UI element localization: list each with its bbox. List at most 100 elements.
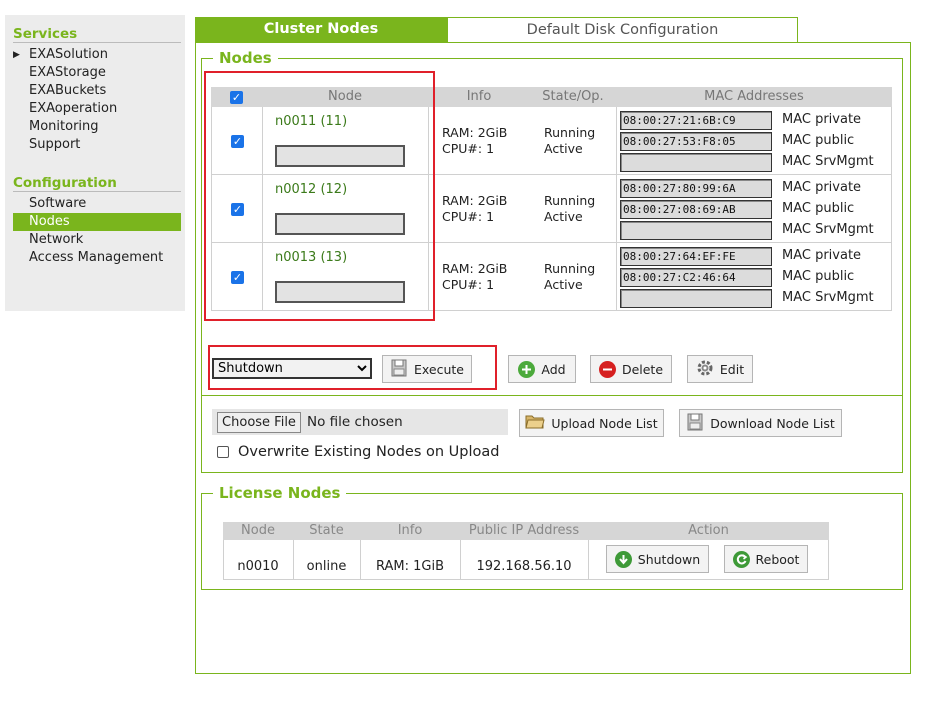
divider — [13, 42, 181, 43]
column-header-mac: MAC Addresses — [616, 87, 892, 107]
sidebar-item-exastorage[interactable]: EXAStorage — [13, 64, 181, 82]
node-info: RAM: 2GiB CPU#: 1 — [442, 261, 507, 293]
button-label: Add — [541, 361, 566, 377]
sidebar-item-label: Support — [29, 137, 81, 152]
state-text: Running — [544, 193, 596, 208]
download-node-list-button[interactable]: Download Node List — [679, 409, 842, 437]
sidebar: Services ▶ EXASolution EXAStorage EXABuck… — [5, 15, 185, 311]
sidebar-item-network[interactable]: Network — [13, 231, 181, 249]
ram-text: RAM: 2GiB — [442, 261, 508, 276]
sidebar-item-monitoring[interactable]: Monitoring — [13, 118, 181, 136]
sidebar-item-label: Software — [29, 196, 87, 211]
sidebar-item-label: EXAStorage — [29, 65, 106, 80]
sidebar-item-access-management[interactable]: Access Management — [13, 249, 181, 267]
mac-private-field[interactable]: 08:00:27:80:99:6A — [620, 179, 772, 198]
sidebar-item-label: Access Management — [29, 250, 164, 265]
minus-icon — [598, 360, 616, 378]
node-action-select[interactable]: Shutdown — [212, 358, 372, 379]
op-text: Active — [544, 209, 583, 224]
ram-text: RAM: 2GiB — [442, 125, 508, 140]
mac-srvmgmt-field[interactable] — [620, 289, 772, 308]
license-node-info: RAM: 1GiB — [375, 559, 444, 574]
refresh-icon — [732, 550, 750, 568]
delete-button[interactable]: Delete — [590, 355, 672, 383]
sidebar-item-exabuckets[interactable]: EXABuckets — [13, 82, 181, 100]
edit-button[interactable]: Edit — [687, 355, 753, 383]
column-header-info: Info — [360, 522, 460, 540]
button-label: Reboot — [755, 551, 800, 567]
column-header-info: Info — [428, 87, 530, 107]
column-header-state: State/Op. — [530, 87, 616, 107]
mac-public-field[interactable]: 08:00:27:08:69:AB — [620, 200, 772, 219]
license-node-ip: 192.168.56.10 — [476, 559, 572, 574]
sidebar-item-exasolution[interactable]: ▶ EXASolution — [13, 46, 181, 64]
mac-label: MAC public — [782, 133, 855, 148]
sidebar-item-label: Monitoring — [29, 119, 99, 134]
sidebar-item-label: EXABuckets — [29, 83, 107, 98]
mac-private-field[interactable]: 08:00:27:21:6B:C9 — [620, 111, 772, 130]
sidebar-item-support[interactable]: Support — [13, 136, 181, 154]
node-state: Running Active — [544, 261, 595, 293]
mac-label: MAC SrvMgmt — [782, 290, 874, 305]
state-text: Running — [544, 261, 596, 276]
overwrite-label: Overwrite Existing Nodes on Upload — [238, 444, 500, 460]
cpu-text: CPU#: 1 — [442, 209, 495, 224]
floppy-icon — [686, 413, 704, 434]
ram-text: RAM: 2GiB — [442, 193, 508, 208]
mac-private-field[interactable]: 08:00:27:64:EF:FE — [620, 247, 772, 266]
cpu-text: CPU#: 1 — [442, 277, 495, 292]
reboot-button[interactable]: Reboot — [724, 545, 808, 573]
mac-public-field[interactable]: 08:00:27:C2:46:64 — [620, 268, 772, 287]
node-info: RAM: 2GiB CPU#: 1 — [442, 125, 507, 157]
choose-file-button[interactable]: Choose File — [217, 412, 301, 433]
highlight-box — [204, 71, 435, 321]
configuration-heading: Configuration — [13, 175, 117, 191]
mac-srvmgmt-field[interactable] — [620, 153, 772, 172]
column-header-action: Action — [588, 522, 829, 540]
cpu-text: CPU#: 1 — [442, 141, 495, 156]
divider — [202, 395, 902, 396]
node-state: Running Active — [544, 125, 595, 157]
op-text: Active — [544, 277, 583, 292]
mac-label: MAC private — [782, 112, 862, 127]
mac-label: MAC private — [782, 248, 862, 263]
sidebar-item-label: EXAoperation — [29, 101, 118, 116]
no-file-text: No file chosen — [307, 414, 403, 430]
sidebar-item-nodes[interactable]: Nodes — [13, 213, 181, 231]
divider — [13, 191, 181, 192]
mac-label: MAC SrvMgmt — [782, 222, 874, 237]
op-text: Active — [544, 141, 583, 156]
license-node-state: online — [306, 559, 347, 574]
mac-public-field[interactable]: 08:00:27:53:F8:05 — [620, 132, 772, 151]
upload-node-list-button[interactable]: Upload Node List — [519, 409, 664, 437]
plus-icon — [518, 360, 536, 378]
arrow-down-icon — [614, 550, 632, 568]
button-label: Download Node List — [710, 415, 835, 431]
add-button[interactable]: Add — [508, 355, 576, 383]
gear-icon — [696, 359, 714, 380]
state-text: Running — [544, 125, 596, 140]
overwrite-checkbox[interactable] — [217, 446, 229, 458]
node-state: Running Active — [544, 193, 595, 225]
mac-label: MAC public — [782, 269, 855, 284]
button-label: Execute — [414, 361, 464, 377]
button-label: Shutdown — [637, 551, 701, 567]
column-header-state: State — [293, 522, 360, 540]
mac-srvmgmt-field[interactable] — [620, 221, 772, 240]
services-heading: Services — [13, 26, 78, 42]
button-label: Delete — [621, 361, 664, 377]
license-node-name: n0010 — [237, 559, 279, 574]
sidebar-item-label: Nodes — [29, 214, 70, 229]
sidebar-item-exaoperation[interactable]: EXAoperation — [13, 100, 181, 118]
column-header-ip: Public IP Address — [460, 522, 588, 540]
shutdown-button[interactable]: Shutdown — [606, 545, 709, 573]
sidebar-item-software[interactable]: Software — [13, 195, 181, 213]
floppy-icon — [390, 359, 408, 380]
execute-button[interactable]: Execute — [382, 355, 472, 383]
tab-default-disk-configuration[interactable]: Default Disk Configuration — [447, 17, 798, 42]
divider — [616, 107, 617, 311]
mac-label: MAC SrvMgmt — [782, 154, 874, 169]
tab-cluster-nodes[interactable]: Cluster Nodes — [195, 17, 447, 42]
divider — [588, 540, 589, 580]
sidebar-item-label: Network — [29, 232, 84, 247]
